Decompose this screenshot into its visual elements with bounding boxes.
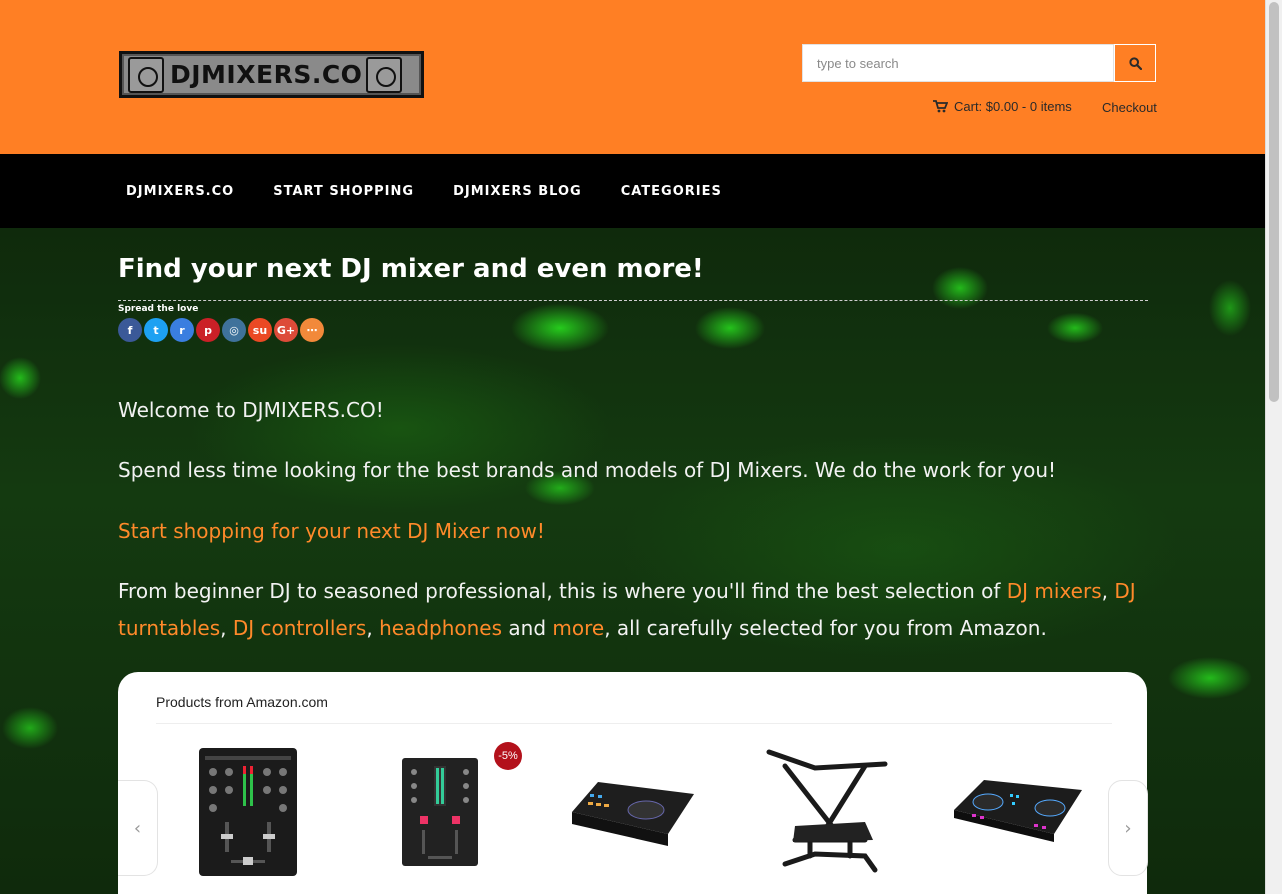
search-input[interactable] [802, 44, 1114, 82]
page-title: Find your next DJ mixer and even more! [118, 254, 704, 284]
reddit-icon[interactable]: r [170, 318, 194, 342]
product-item[interactable] [173, 742, 323, 882]
cart-link[interactable]: Cart: $0.00 - 0 items [933, 99, 1072, 114]
search-icon [1128, 56, 1142, 70]
discount-badge: -5% [494, 742, 522, 770]
desc-text-2: , all carefully selected for you from Am… [604, 616, 1047, 640]
desc-sep-1: , [1101, 579, 1115, 603]
desc-sep-4: and [502, 616, 553, 640]
description-text: From beginner DJ to seasoned professiona… [118, 573, 1148, 647]
carousel-prev-button[interactable]: ‹ [118, 780, 158, 876]
nav-item-blog[interactable]: DJMIXERS BLOG [453, 184, 582, 199]
product-image [572, 782, 694, 846]
turntable-icon [366, 56, 403, 93]
nav-item-categories[interactable]: CATEGORIES [621, 184, 722, 199]
title-divider [118, 300, 1148, 301]
more-link[interactable]: more [552, 616, 604, 640]
facebook-icon[interactable]: f [118, 318, 142, 342]
spread-label: Spread the love [118, 304, 199, 314]
share-bar: f t r p ◎ su G+ ⋯ [118, 318, 1148, 342]
widget-heading: Products from Amazon.com [156, 694, 328, 710]
turntable-icon [128, 56, 164, 93]
headphones-link[interactable]: headphones [379, 616, 502, 640]
pinterest-icon[interactable]: p [196, 318, 220, 342]
cart-label: Cart: $0.00 - 0 items [954, 99, 1072, 114]
dj-controllers-link[interactable]: DJ controllers [233, 616, 367, 640]
dj-mixers-link[interactable]: DJ mixers [1007, 579, 1102, 603]
widget-divider [156, 723, 1112, 724]
google-plus-icon[interactable]: G+ [274, 318, 298, 342]
site-header: DJMIXERS.CO Cart: $0.00 - 0 items Checko… [0, 0, 1265, 154]
desc-text-1: From beginner DJ to seasoned professiona… [118, 579, 1007, 603]
main-nav: DJMIXERS.CO START SHOPPING DJMIXERS BLOG… [0, 154, 1265, 228]
carousel-next-button[interactable]: › [1108, 780, 1148, 876]
site-logo[interactable]: DJMIXERS.CO [119, 51, 424, 98]
product-image [402, 758, 478, 866]
product-image [954, 780, 1082, 842]
start-shopping-link[interactable]: Start shopping for your next DJ Mixer no… [118, 513, 545, 550]
nav-item-start-shopping[interactable]: START SHOPPING [273, 184, 414, 199]
page: DJMIXERS.CO Cart: $0.00 - 0 items Checko… [0, 0, 1265, 894]
more-share-icon[interactable]: ⋯ [300, 318, 324, 342]
product-image [766, 749, 888, 873]
welcome-text: Welcome to DJMIXERS.CO! [118, 398, 384, 422]
product-image [199, 748, 297, 876]
scrollbar-thumb[interactable] [1269, 2, 1279, 402]
logo-text: DJMIXERS.CO [170, 60, 363, 89]
amazon-products-widget: Products from Amazon.com ‹ -5% › [118, 672, 1148, 894]
product-item[interactable] [365, 742, 515, 882]
main-content: Find your next DJ mixer and even more! S… [118, 228, 1148, 640]
product-item[interactable] [558, 742, 708, 882]
cart-icon [933, 100, 948, 113]
twitter-icon[interactable]: t [144, 318, 168, 342]
search-button[interactable] [1114, 44, 1156, 82]
product-item[interactable] [750, 742, 900, 882]
desc-sep-3: , [366, 616, 380, 640]
intro-text: Spend less time looking for the best bra… [118, 458, 1057, 482]
product-item[interactable] [943, 742, 1093, 882]
nav-item-home[interactable]: DJMIXERS.CO [126, 184, 234, 199]
checkout-link[interactable]: Checkout [1102, 100, 1157, 115]
page-scrollbar[interactable] [1265, 0, 1282, 894]
desc-sep-2: , [220, 616, 233, 640]
search-form [802, 44, 1156, 82]
stumbleupon-icon[interactable]: su [248, 318, 272, 342]
instagram-icon[interactable]: ◎ [222, 318, 246, 342]
